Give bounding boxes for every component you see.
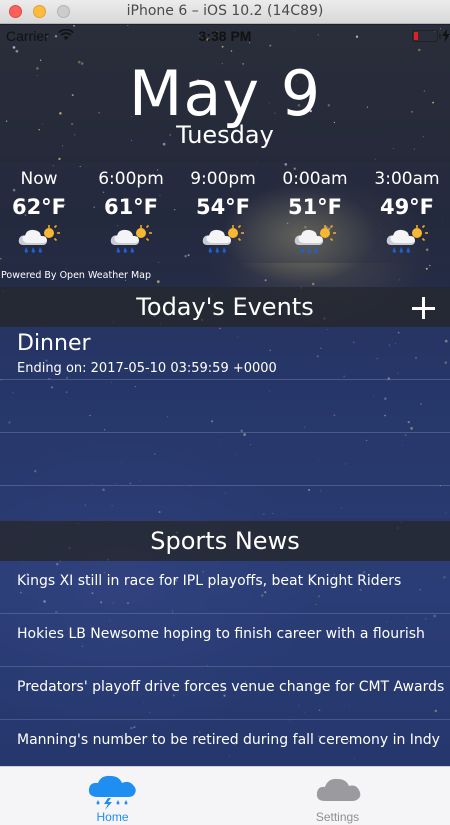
news-headline: Predators' playoff drive forces venue ch… [17, 679, 445, 695]
tab-settings-label: Settings [315, 810, 360, 824]
simulator-title-bar: iPhone 6 – iOS 10.2 (14C89) [0, 0, 450, 24]
rain-sun-cloud-icon [202, 224, 245, 253]
empty-table-row [0, 433, 450, 486]
forecast-time: 9:00pm [190, 169, 256, 189]
add-event-button[interactable] [410, 291, 436, 321]
rain-sun-cloud-icon [110, 224, 153, 253]
tab-settings[interactable]: Settings [225, 767, 450, 825]
battery-icon [412, 30, 441, 42]
event-title: Dinner [17, 331, 91, 356]
storm-cloud-icon [88, 775, 136, 810]
events-table[interactable]: Dinner Ending on: 2017-05-10 03:59:59 +0… [0, 327, 450, 519]
forecast-temp: 61°F [103, 195, 159, 219]
rain-sun-cloud-icon [18, 224, 61, 253]
forecast-time: Now [20, 169, 58, 189]
cloud-icon [316, 778, 360, 801]
events-section-header: Today's Events [0, 287, 450, 327]
forecast-item: 6:00pm 61°F [86, 163, 176, 253]
status-bar: Carrier 3:38 PM [0, 25, 450, 47]
tab-home-label: Home [96, 810, 129, 824]
news-item[interactable]: Kings XI still in race for IPL playoffs,… [0, 561, 450, 614]
forecast-item: Now 62°F [0, 163, 84, 253]
event-row[interactable]: Dinner Ending on: 2017-05-10 03:59:59 +0… [0, 327, 450, 380]
news-item[interactable]: Predators' playoff drive forces venue ch… [0, 667, 450, 720]
forecast-temp: 54°F [195, 195, 251, 219]
tab-bar: Home Settings [0, 766, 450, 825]
window-title: iPhone 6 – iOS 10.2 (14C89) [126, 3, 324, 19]
news-section-header: Sports News [0, 521, 450, 561]
forecast-temp: 62°F [11, 195, 67, 219]
rain-sun-cloud-icon [386, 224, 429, 253]
news-item[interactable]: Hokies LB Newsome hoping to finish caree… [0, 614, 450, 667]
phone-screen: Carrier 3:38 PM May 9 Tuesday Now 62°F 6… [0, 25, 450, 825]
news-section-title: Sports News [150, 527, 300, 555]
forecast-temp: 51°F [287, 195, 343, 219]
news-headline: Manning's number to be retired during fa… [17, 732, 440, 748]
rain-sun-cloud-icon [294, 224, 337, 253]
events-section-title: Today's Events [136, 293, 314, 321]
weather-forecast-strip: Now 62°F 6:00pm 61°F 9:00pm 54°F 0:00am … [0, 163, 450, 263]
forecast-temp: 49°F [379, 195, 435, 219]
tab-home[interactable]: Home [0, 767, 225, 825]
charging-icon [442, 29, 450, 42]
date-heading: May 9 [128, 57, 322, 130]
forecast-item: 0:00am 51°F [270, 163, 360, 253]
weekday-label: Tuesday [176, 121, 274, 149]
forecast-time: 3:00am [374, 169, 440, 189]
empty-table-row [0, 380, 450, 433]
forecast-time: 0:00am [282, 169, 348, 189]
status-time: 3:38 PM [198, 28, 252, 44]
forecast-time: 6:00pm [98, 169, 164, 189]
news-headline: Hokies LB Newsome hoping to finish caree… [17, 626, 425, 642]
event-end-time: Ending on: 2017-05-10 03:59:59 +0000 [17, 361, 277, 376]
forecast-item: 9:00pm 54°F [178, 163, 268, 253]
forecast-item: 3:00am 49°F [362, 163, 450, 253]
weather-attribution: Powered By Open Weather Map [1, 270, 152, 281]
news-headline: Kings XI still in race for IPL playoffs,… [17, 573, 402, 589]
news-list[interactable]: Kings XI still in race for IPL playoffs,… [0, 561, 450, 766]
